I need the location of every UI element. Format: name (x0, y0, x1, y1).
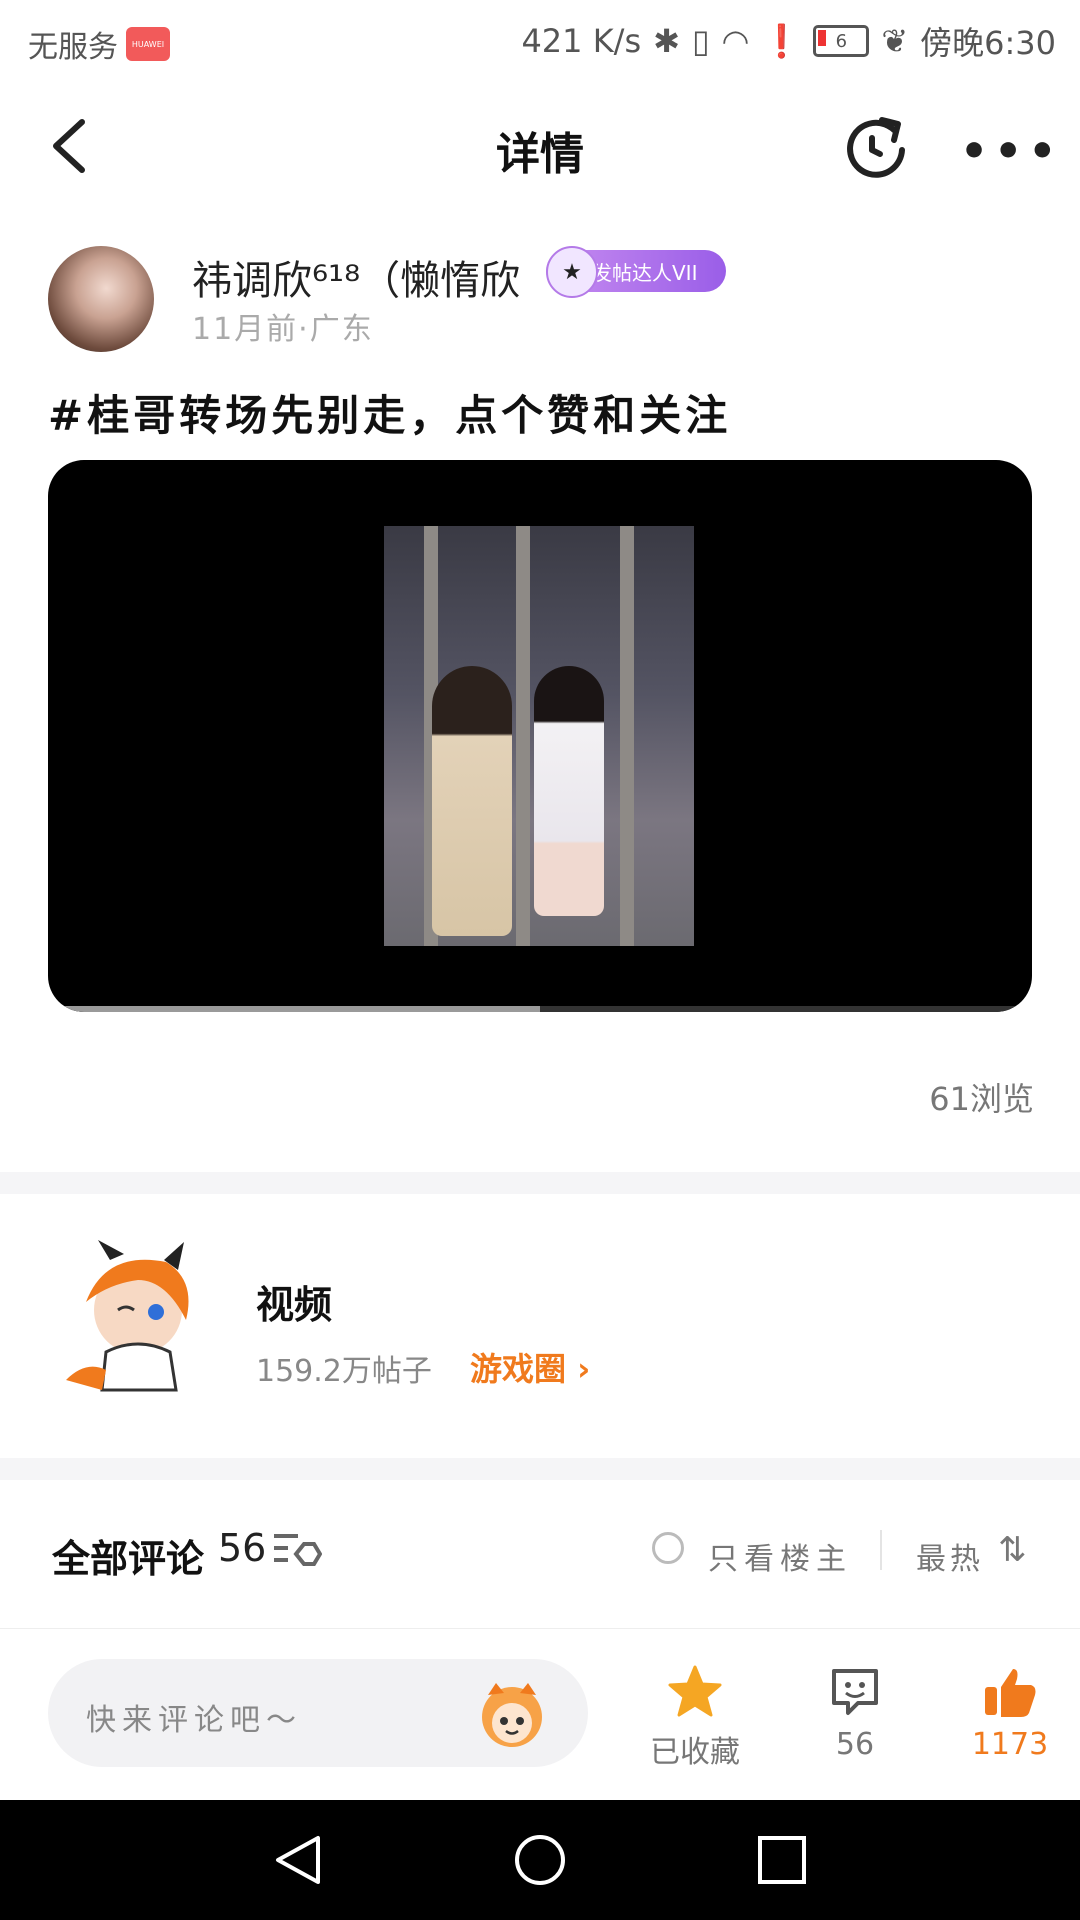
status-bar: 无服务 HUAWEI 421 K/s ✱ ▯ ◠ ❗ 6 ❦ 傍晚6:30 (0, 0, 1080, 78)
huawei-icon: HUAWEI (126, 27, 170, 61)
post-title: #桂哥转场先别走，点个赞和关注 (48, 391, 732, 440)
comment-bubble-icon (832, 1669, 878, 1715)
share-icon[interactable] (842, 110, 912, 180)
battery-level: 6 (835, 30, 848, 52)
comment-placeholder: 快来评论吧～ (86, 1703, 302, 1738)
system-nav-bar (0, 1800, 1080, 1920)
sort-hot-label[interactable]: 最热 (916, 1534, 984, 1578)
network-speed: 421 K/s (521, 22, 642, 60)
circle-post-count: 159.2万帖子 (256, 1354, 432, 1389)
author-name[interactable]: 祎调欣⁶¹⁸（懒惰欣 (192, 248, 520, 306)
comment-filter-icon[interactable] (272, 1530, 322, 1570)
comment-input[interactable]: 快来评论吧～ (48, 1659, 588, 1767)
video-progress-fill (48, 1006, 540, 1012)
video-scene-pillar (516, 526, 530, 946)
bluetooth-icon: ✱ (653, 22, 680, 60)
nav-recents-icon[interactable] (754, 1832, 810, 1888)
sort-icon[interactable]: ⇅ (998, 1530, 1027, 1570)
badge-label: 发帖达人VII (592, 260, 698, 285)
section-divider (0, 1458, 1080, 1480)
comment-count: 56 (835, 1727, 875, 1762)
video-frame (384, 526, 694, 946)
star-icon (668, 1665, 722, 1717)
favorite-button[interactable]: 已收藏 (640, 1665, 750, 1771)
video-scene-person (534, 666, 604, 916)
comment-count-button[interactable]: 56 (800, 1665, 910, 1762)
status-right: 421 K/s ✱ ▯ ◠ ❗ 6 ❦ 傍晚6:30 (521, 18, 1056, 64)
like-count: 1173 (971, 1727, 1049, 1762)
vertical-divider (880, 1530, 882, 1570)
emoji-mascot-icon[interactable] (474, 1679, 550, 1749)
battery-icon: 6 (813, 25, 870, 57)
carrier-text: 无服务 (28, 30, 118, 65)
author-avatar[interactable] (48, 246, 154, 352)
more-options-icon[interactable]: ••• (960, 126, 1062, 177)
all-comments-title: 全部评论 (52, 1537, 205, 1581)
video-player[interactable] (48, 460, 1032, 1012)
nav-back-icon[interactable] (270, 1832, 326, 1888)
favorite-label: 已收藏 (650, 1735, 740, 1770)
vibrate-icon: ▯ (691, 22, 710, 60)
circle-name[interactable]: 视频 (256, 1274, 332, 1329)
thumbs-up-icon (985, 1669, 1036, 1717)
clock: 傍晚6:30 (920, 24, 1056, 62)
wifi-icon: ◠ (721, 22, 750, 60)
page-title: 详情 (496, 129, 584, 180)
section-divider (0, 1172, 1080, 1194)
only-owner-radio[interactable] (652, 1532, 684, 1564)
bottom-action-bar: 快来评论吧～ 已收藏 56 1173 (0, 1628, 1080, 1801)
video-scene-pillar (620, 526, 634, 946)
comments-count: 56 (218, 1526, 267, 1570)
circle-mascot-avatar[interactable] (46, 1240, 216, 1410)
like-button[interactable]: 1173 (950, 1665, 1070, 1762)
game-circle-link[interactable]: 游戏圈 › (470, 1344, 590, 1390)
leaf-icon: ❦ (881, 22, 909, 60)
nav-home-icon[interactable] (512, 1832, 568, 1888)
alert-icon: ❗ (761, 22, 802, 60)
video-scene-person (432, 666, 512, 936)
top-app-bar: 详情 ••• (0, 78, 1080, 218)
only-owner-label[interactable]: 只看楼主 (708, 1534, 852, 1578)
post-meta: 11月前·广东 (192, 312, 374, 347)
huawei-icon-label: HUAWEI (131, 39, 165, 49)
view-count: 61浏览 (929, 1080, 1034, 1118)
status-left: 无服务 HUAWEI (28, 22, 170, 66)
badge-emblem-icon: ★ (546, 246, 598, 298)
